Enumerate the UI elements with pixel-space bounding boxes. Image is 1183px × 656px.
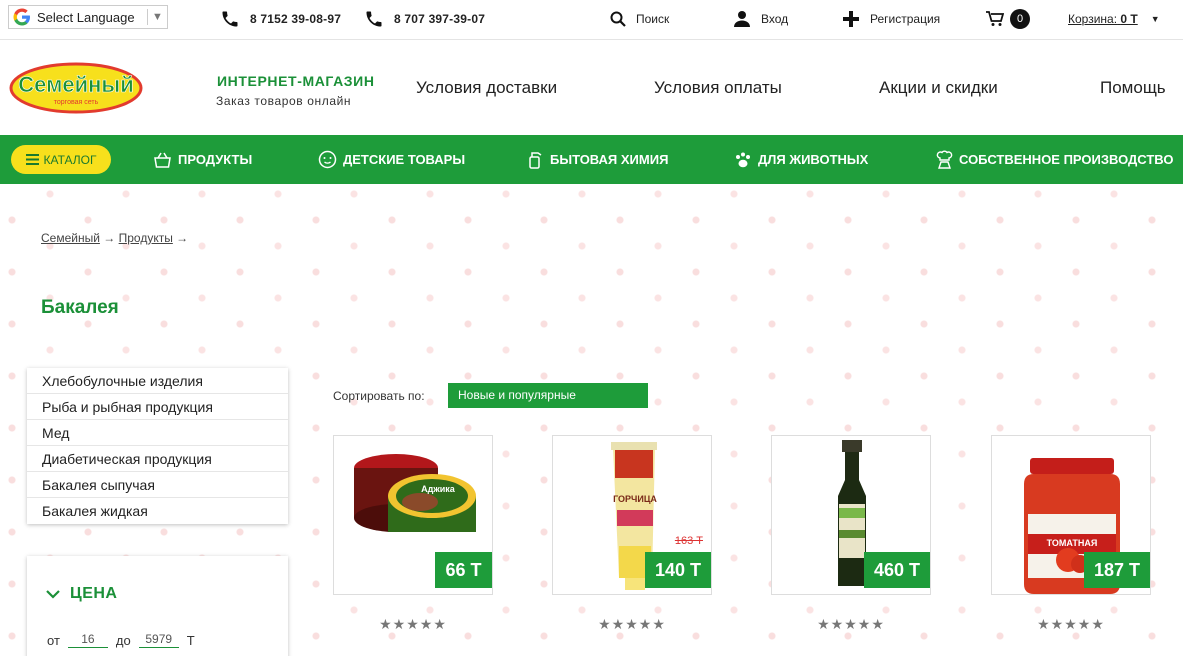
menu-label: СОБСТВЕННОЕ ПРОИЗВОДСТВО [959, 152, 1174, 167]
rating-stars[interactable]: ★★★★★ [333, 616, 493, 633]
language-label: Select Language [37, 9, 135, 25]
chef-icon [936, 150, 953, 169]
subcategory-item[interactable]: Мед [27, 420, 288, 446]
baby-icon [318, 150, 337, 169]
shop-subtitle: Заказ товаров онлайн [216, 94, 352, 108]
login-link[interactable]: Вход [733, 0, 788, 38]
menu-label: ДЕТСКИЕ ТОВАРЫ [343, 152, 466, 167]
cart-total-value: 0 Т [1120, 12, 1138, 26]
chevron-down-icon[interactable]: ▼ [1151, 14, 1160, 24]
chevron-down-icon [46, 590, 60, 599]
plus-icon [843, 11, 859, 27]
phone-icon [222, 11, 238, 27]
user-icon [734, 11, 750, 27]
price-from-input[interactable] [67, 630, 108, 648]
catalog-label: КАТАЛОГ [43, 152, 97, 167]
cart-count-badge: 0 [1010, 9, 1030, 29]
cart-label: Корзина: [1068, 12, 1118, 26]
breadcrumb-home[interactable]: Семейный [41, 231, 100, 245]
subcategory-item[interactable]: Бакалея жидкая [27, 498, 288, 524]
spray-bottle-icon [529, 152, 542, 169]
register-link[interactable]: Регистрация [842, 0, 940, 38]
site-header: Семейный торговая сеть ИНТЕРНЕТ-МАГАЗИН … [0, 40, 1183, 135]
price-range: от до Т [47, 630, 195, 648]
subcategory-item[interactable]: Диабетическая продукция [27, 446, 288, 472]
menu-item-household[interactable]: БЫТОВАЯ ХИМИЯ [527, 135, 668, 184]
price-filter: ЦЕНА от до Т [27, 556, 288, 656]
subcategory-item[interactable]: Рыба и рыбная продукция [27, 394, 288, 420]
price-to-input[interactable] [138, 630, 179, 648]
phone-2-text: 8 707 397-39-07 [394, 12, 486, 26]
cart-icon [986, 11, 1004, 26]
menu-item-own-production[interactable]: СОБСТВЕННОЕ ПРОИЗВОДСТВО [936, 135, 1173, 184]
breadcrumb-separator: → [176, 231, 189, 245]
product-label: ГОРЧИЦА [613, 494, 657, 504]
price-tag: 66 Т [435, 552, 492, 588]
search-icon [610, 11, 626, 27]
price-tag: 187 Т [1083, 552, 1150, 588]
login-label: Вход [761, 12, 789, 26]
chevron-down-icon: ▼ [147, 9, 167, 25]
old-price: 163 Т [674, 535, 703, 547]
grocery-icon [154, 152, 171, 168]
menu-label: ПРОДУКТЫ [178, 152, 253, 167]
search-label: Поиск [636, 12, 670, 26]
subcategory-item[interactable]: Бакалея сыпучая [27, 472, 288, 498]
rating-stars[interactable]: ★★★★★ [991, 616, 1151, 633]
sort-select[interactable]: Новые и популярные [448, 383, 648, 408]
register-label: Регистрация [870, 12, 941, 26]
nav-help[interactable]: Помощь [1100, 78, 1166, 98]
price-currency: Т [186, 633, 195, 648]
price-tag: 460 Т [863, 552, 930, 588]
nav-delivery[interactable]: Условия доставки [416, 78, 557, 98]
category-menu-bar: КАТАЛОГ ПРОДУКТЫ ДЕТСКИЕ ТОВАРЫ БЫТОВАЯ … [0, 135, 1183, 184]
product-card[interactable]: ТОМАТНАЯ 187 Т [991, 435, 1151, 595]
menu-item-products[interactable]: ПРОДУКТЫ [153, 135, 252, 184]
product-card[interactable]: ГОРЧИЦА 163 Т 140 Т [552, 435, 712, 595]
product-card[interactable]: 460 Т [771, 435, 931, 595]
product-card[interactable]: Аджика 66 Т [333, 435, 493, 595]
price-filter-toggle[interactable]: ЦЕНА [46, 585, 117, 603]
top-bar: Select Language ▼ 8 7152 39-08-97 8 707 … [0, 0, 1183, 40]
search-link[interactable]: Поиск [610, 0, 669, 38]
menu-label: БЫТОВАЯ ХИМИЯ [550, 152, 669, 167]
breadcrumb-products[interactable]: Продукты [119, 231, 173, 245]
price-from-label: от [47, 633, 60, 648]
language-select[interactable]: Select Language ▼ [8, 5, 168, 29]
menu-icon [25, 154, 39, 165]
shop-title: ИНТЕРНЕТ-МАГАЗИН [217, 73, 375, 89]
price-to-label: до [115, 633, 131, 648]
breadcrumb: Семейный → Продукты → [41, 231, 188, 245]
phone-2[interactable]: 8 707 397-39-07 [364, 0, 485, 38]
nav-payment[interactable]: Условия оплаты [654, 78, 782, 98]
logo-text: Семейный [18, 72, 133, 97]
cart-total-link[interactable]: Корзина: 0 Т ▼ [1068, 0, 1160, 38]
sort-label: Сортировать по: [333, 389, 425, 403]
logo-subtext: торговая сеть [54, 99, 99, 106]
catalog-button[interactable]: КАТАЛОГ [11, 145, 111, 174]
paw-icon [736, 152, 750, 167]
google-icon [13, 8, 30, 26]
phone-1[interactable]: 8 7152 39-08-97 [220, 0, 341, 38]
menu-label: ДЛЯ ЖИВОТНЫХ [758, 152, 869, 167]
phone-icon [366, 11, 382, 27]
menu-item-pets[interactable]: ДЛЯ ЖИВОТНЫХ [734, 135, 868, 184]
price-filter-title: ЦЕНА [70, 585, 118, 602]
price-tag: 140 Т [644, 552, 711, 588]
subcategory-item[interactable]: Хлебобулочные изделия [27, 368, 288, 394]
logo[interactable]: Семейный торговая сеть [9, 62, 143, 114]
page-title: Бакалея [41, 297, 119, 318]
menu-item-kids[interactable]: ДЕТСКИЕ ТОВАРЫ [318, 135, 465, 184]
subcategory-list: Хлебобулочные изделия Рыба и рыбная прод… [27, 368, 288, 524]
cart-mini[interactable]: 0 [986, 0, 1030, 38]
rating-stars[interactable]: ★★★★★ [552, 616, 712, 633]
nav-promotions[interactable]: Акции и скидки [879, 78, 998, 98]
product-label: Аджика [421, 484, 456, 494]
product-label: ТОМАТНАЯ [1047, 538, 1098, 548]
phone-1-text: 8 7152 39-08-97 [250, 12, 342, 26]
breadcrumb-separator: → [103, 231, 116, 245]
rating-stars[interactable]: ★★★★★ [771, 616, 931, 633]
